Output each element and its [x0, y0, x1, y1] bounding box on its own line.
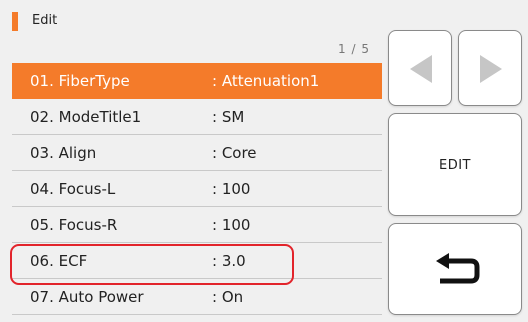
list-item-value: : Core: [212, 144, 257, 162]
edit-button-label: EDIT: [439, 158, 471, 173]
triangle-right-icon: [480, 55, 502, 83]
list-item-align[interactable]: 03. Align : Core: [12, 135, 382, 171]
header-accent-bar: [12, 12, 18, 31]
list-item-value: : SM: [212, 108, 245, 126]
next-page-button[interactable]: [458, 30, 522, 106]
list-item-label: 05. Focus-R: [30, 216, 118, 234]
list-item-label: 02. ModeTitle1: [30, 108, 142, 126]
settings-list: 01. FiberType : Attenuation1 02. ModeTit…: [12, 63, 382, 315]
prev-page-button[interactable]: [388, 30, 452, 106]
list-item-value: : Attenuation1: [212, 72, 320, 90]
list-item-focus-l[interactable]: 04. Focus-L : 100: [12, 171, 382, 207]
list-item-label: 06. ECF: [30, 252, 88, 270]
return-arrow-icon: [436, 253, 480, 284]
back-button[interactable]: [388, 223, 522, 315]
list-item-label: 01. FiberType: [30, 72, 130, 90]
list-item-value: : 3.0: [212, 252, 246, 270]
list-item-value: : 100: [212, 180, 251, 198]
list-item-value: : 100: [212, 216, 251, 234]
list-item-label: 03. Align: [30, 144, 97, 162]
list-item-ecf[interactable]: 06. ECF : 3.0: [12, 243, 382, 279]
page-indicator: 1 / 5: [338, 42, 370, 56]
edit-button[interactable]: EDIT: [388, 113, 522, 216]
list-item-modetitle1[interactable]: 02. ModeTitle1 : SM: [12, 99, 382, 135]
list-item-fibertype[interactable]: 01. FiberType : Attenuation1: [12, 63, 382, 99]
list-item-label: 04. Focus-L: [30, 180, 116, 198]
list-item-focus-r[interactable]: 05. Focus-R : 100: [12, 207, 382, 243]
page-title: Edit: [32, 13, 58, 28]
list-item-auto-power[interactable]: 07. Auto Power : On: [12, 279, 382, 315]
list-item-label: 07. Auto Power: [30, 288, 144, 306]
list-item-value: : On: [212, 288, 244, 306]
triangle-left-icon: [410, 55, 432, 83]
edit-screen: Edit 1 / 5 01. FiberType : Attenuation1 …: [0, 0, 528, 322]
